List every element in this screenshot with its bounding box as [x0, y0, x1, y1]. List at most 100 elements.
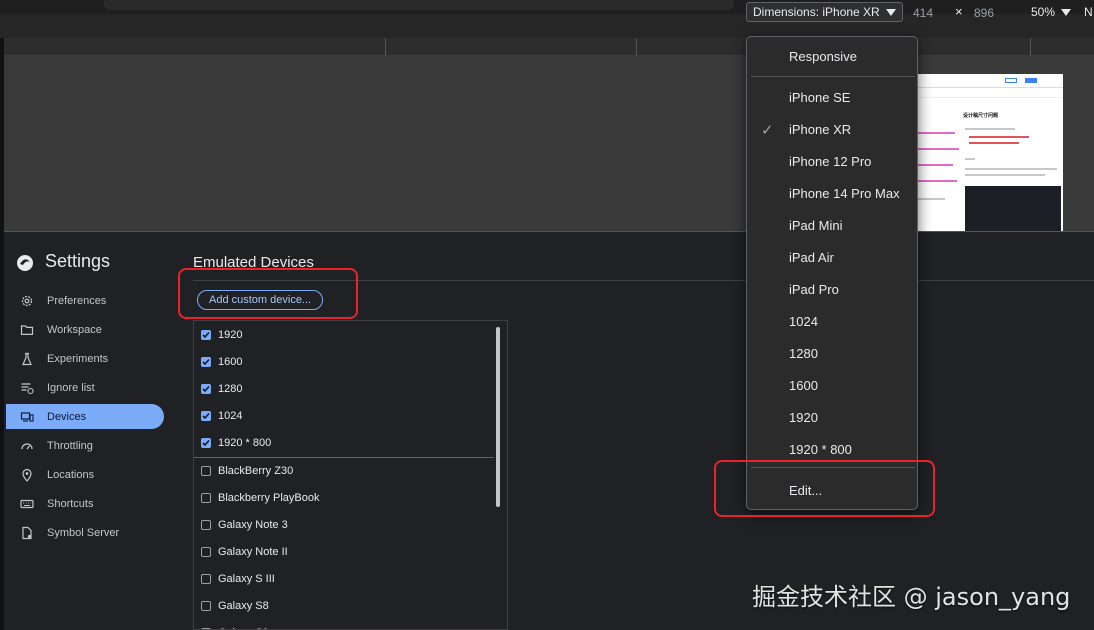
- device-list-item[interactable]: Galaxy S9+: [194, 619, 494, 630]
- address-bar[interactable]: [104, 0, 734, 10]
- device-list-item[interactable]: BlackBerry Z30: [194, 457, 494, 484]
- chevron-down-icon: [885, 8, 896, 16]
- preview-dark-image: [965, 186, 1061, 231]
- checkbox-checked[interactable]: [201, 329, 211, 340]
- sidebar-item-label: Workspace: [47, 323, 102, 336]
- menu-item-device[interactable]: iPhone 14 Pro Max: [747, 177, 917, 209]
- preview-text-line: [965, 158, 975, 160]
- preview-header: [913, 74, 1063, 88]
- device-label: BlackBerry Z30: [218, 464, 294, 477]
- device-list-item[interactable]: Galaxy S8: [194, 592, 494, 619]
- width-input[interactable]: 414: [913, 6, 933, 20]
- menu-item-device[interactable]: 1280: [747, 337, 917, 369]
- device-label: Galaxy Note II: [218, 545, 288, 558]
- device-label: 1920 * 800: [218, 436, 272, 449]
- preview-text-line: [965, 168, 1057, 170]
- menu-item-device[interactable]: ✓ iPhone XR: [747, 113, 917, 145]
- menu-item-label: iPhone SE: [789, 89, 851, 105]
- menu-item-label: iPhone XR: [789, 121, 852, 137]
- preview-text-line: [915, 180, 957, 182]
- media-query-ruler[interactable]: [4, 38, 1094, 56]
- preview-text-line: [915, 132, 955, 134]
- sidebar-item-locations[interactable]: Locations: [6, 462, 164, 487]
- symbol-file-icon: [20, 526, 34, 540]
- sidebar-item-label: Experiments: [47, 352, 109, 365]
- menu-item-device[interactable]: iPad Pro: [747, 273, 917, 305]
- menu-item-device[interactable]: iPad Mini: [747, 209, 917, 241]
- flask-icon: [20, 352, 34, 366]
- menu-item-label: iPhone 12 Pro: [789, 153, 872, 169]
- sidebar-item-preferences[interactable]: Preferences: [6, 288, 164, 313]
- checkbox-unchecked[interactable]: [201, 465, 211, 476]
- checkbox-unchecked[interactable]: [201, 600, 211, 611]
- device-list-item[interactable]: 1920 * 800: [194, 429, 494, 456]
- sidebar-item-throttling[interactable]: Throttling: [6, 433, 164, 458]
- preview-text-line: [965, 128, 1015, 130]
- menu-item-device[interactable]: iPhone SE: [747, 81, 917, 113]
- checkbox-unchecked[interactable]: [201, 492, 211, 503]
- device-label: Galaxy S9+: [218, 627, 275, 630]
- checkbox-unchecked[interactable]: [201, 519, 211, 530]
- device-list-item[interactable]: Galaxy Note 3: [194, 511, 494, 538]
- menu-item-label: 1280: [789, 345, 818, 361]
- sidebar-item-symbol-server[interactable]: Symbol Server: [6, 520, 164, 545]
- device-list-item[interactable]: Galaxy Note II: [194, 538, 494, 565]
- menu-item-device[interactable]: iPhone 12 Pro: [747, 145, 917, 177]
- chevron-down-icon: [1061, 8, 1072, 16]
- menu-item-label: iPad Mini: [789, 217, 843, 233]
- device-list-item[interactable]: Galaxy S III: [194, 565, 494, 592]
- menu-item-label: Responsive: [789, 48, 857, 64]
- sidebar-item-label: Locations: [47, 468, 95, 481]
- sidebar-item-label: Devices: [47, 410, 87, 423]
- sidebar-item-experiments[interactable]: Experiments: [6, 346, 164, 371]
- sidebar-item-devices[interactable]: Devices: [6, 404, 164, 429]
- page-preview[interactable]: 设计稿尺寸问题: [913, 74, 1063, 231]
- checkbox-unchecked[interactable]: [201, 573, 211, 584]
- dimension-separator: ×: [955, 4, 963, 19]
- devices-icon: [20, 410, 34, 424]
- checkmark-icon: [202, 331, 210, 338]
- preview-text-line: [969, 136, 1029, 138]
- checkbox-checked[interactable]: [201, 410, 211, 421]
- dimensions-dropdown-button[interactable]: Dimensions: iPhone XR: [746, 2, 903, 22]
- ignore-list-icon: [20, 381, 34, 395]
- device-list-scrollbar[interactable]: [496, 327, 500, 507]
- device-list-item[interactable]: 1600: [194, 348, 494, 375]
- menu-item-device[interactable]: 1600: [747, 369, 917, 401]
- device-list-item[interactable]: 1280: [194, 375, 494, 402]
- menu-item-responsive[interactable]: Responsive: [747, 40, 917, 72]
- menu-item-device[interactable]: 1920: [747, 401, 917, 433]
- device-label: Galaxy Note 3: [218, 518, 288, 531]
- device-label: 1024: [218, 409, 243, 422]
- device-list-item[interactable]: Blackberry PlayBook: [194, 484, 494, 511]
- checkmark-icon: [202, 439, 210, 446]
- sidebar-item-workspace[interactable]: Workspace: [6, 317, 164, 342]
- menu-separator: [751, 76, 915, 77]
- height-input[interactable]: 896: [974, 6, 994, 20]
- dimensions-label: Dimensions: iPhone XR: [753, 5, 880, 19]
- device-label: 1600: [218, 355, 243, 368]
- checkbox-unchecked[interactable]: [201, 546, 211, 557]
- throttle-dropdown-truncated[interactable]: N: [1084, 5, 1093, 19]
- sidebar-item-ignore-list[interactable]: Ignore list: [6, 375, 164, 400]
- checkmark-icon: [202, 358, 210, 365]
- device-list: 1920 1600 1280 1024 1920 * 800 BlackBerry Z30…: [193, 320, 508, 630]
- sidebar-item-label: Preferences: [47, 294, 107, 307]
- device-list-item[interactable]: 1920: [194, 321, 494, 348]
- checkbox-checked[interactable]: [201, 383, 211, 394]
- zoom-dropdown[interactable]: 50%: [1031, 5, 1072, 19]
- device-list-item[interactable]: 1024: [194, 402, 494, 429]
- zoom-value: 50%: [1031, 5, 1056, 19]
- menu-item-device[interactable]: iPad Air: [747, 241, 917, 273]
- device-label: 1920: [218, 328, 243, 341]
- checkbox-checked[interactable]: [201, 437, 211, 448]
- sidebar-item-label: Throttling: [47, 439, 93, 452]
- menu-item-device[interactable]: 1024: [747, 305, 917, 337]
- annotation-highlight-add-button: [178, 268, 358, 319]
- location-pin-icon: [20, 468, 34, 482]
- dimensions-menu: Responsive iPhone SE ✓ iPhone XR iPhone 12 …: [746, 36, 918, 510]
- annotation-highlight-edit: [714, 460, 935, 517]
- sidebar-item-shortcuts[interactable]: Shortcuts: [6, 491, 164, 516]
- checkbox-checked[interactable]: [201, 356, 211, 367]
- preview-text-line: [969, 142, 1019, 144]
